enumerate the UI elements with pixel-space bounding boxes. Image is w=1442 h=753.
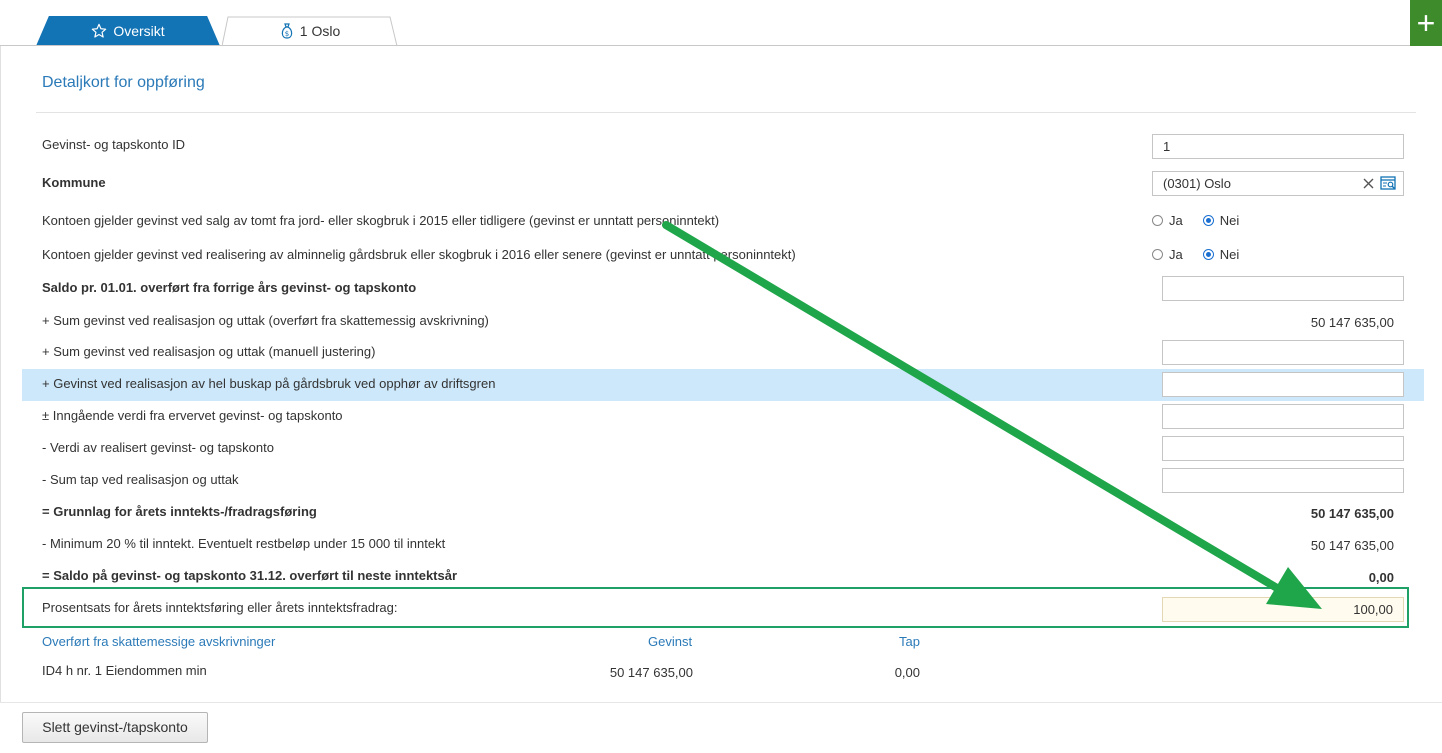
sum-tap-input[interactable] bbox=[1162, 468, 1404, 493]
q2-label: Kontoen gjelder gevinst ved realisering … bbox=[42, 247, 796, 262]
kommune-value: (0301) Oslo bbox=[1163, 176, 1231, 191]
subtable-row-tap: 0,00 bbox=[894, 665, 920, 680]
q2-option-ja: Ja bbox=[1169, 247, 1183, 262]
title-divider bbox=[36, 112, 1416, 113]
verdi-realisert-label: - Verdi av realisert gevinst- og tapskon… bbox=[42, 440, 274, 455]
sum-gevinst-manuell-input[interactable] bbox=[1162, 340, 1404, 365]
subtable-row-name: ID4 h nr. 1 Eiendommen min bbox=[42, 663, 207, 678]
subtable-header-tap: Tap bbox=[899, 634, 920, 649]
sum-gevinst-overfort-value: 50 147 635,00 bbox=[1310, 315, 1394, 330]
q2-radio-group: Ja Nei bbox=[1152, 247, 1259, 262]
account-id-input[interactable]: 1 bbox=[1152, 134, 1404, 159]
q1-radio-group: Ja Nei bbox=[1152, 213, 1259, 228]
tab-bar: Oversikt $ 1 Oslo + bbox=[0, 0, 1442, 47]
plus-icon: + bbox=[1416, 5, 1436, 41]
prosentsats-input[interactable]: 100,00 bbox=[1162, 597, 1404, 622]
page-title: Detaljkort for oppføring bbox=[42, 74, 205, 91]
subtable-row-gevinst: 50 147 635,00 bbox=[609, 665, 693, 680]
svg-text:$: $ bbox=[285, 30, 289, 38]
footer-bar bbox=[0, 702, 1442, 753]
minimum-value: 50 147 635,00 bbox=[1310, 538, 1394, 553]
q1-label: Kontoen gjelder gevinst ved salg av tomt… bbox=[42, 213, 720, 228]
q1-option-ja: Ja bbox=[1169, 213, 1183, 228]
star-icon bbox=[92, 23, 107, 38]
tab-label: 1 Oslo bbox=[299, 23, 341, 39]
q2-radio-nei[interactable] bbox=[1202, 249, 1214, 260]
tab-label: Oversikt bbox=[113, 23, 165, 39]
saldo-end-label: = Saldo på gevinst- og tapskonto 31.12. … bbox=[42, 568, 458, 583]
delete-account-button[interactable]: Slett gevinst-/tapskonto bbox=[22, 712, 208, 743]
tab-oversikt[interactable]: Oversikt bbox=[36, 16, 220, 46]
q1-radio-nei[interactable] bbox=[1202, 215, 1214, 226]
buskap-input[interactable] bbox=[1162, 372, 1404, 397]
q1-radio-ja[interactable] bbox=[1152, 215, 1163, 226]
kommune-label: Kommune bbox=[42, 175, 106, 190]
subtable-header-name: Overført fra skattemessige avskrivninger bbox=[42, 634, 276, 649]
grunnlag-label: = Grunnlag for årets inntekts-/fradragsf… bbox=[42, 504, 317, 519]
inngaende-input[interactable] bbox=[1162, 404, 1404, 429]
inngaende-label: ± Inngående verdi fra ervervet gevinst- … bbox=[42, 408, 343, 423]
verdi-realisert-input[interactable] bbox=[1162, 436, 1404, 461]
tab-1-oslo[interactable]: $ 1 Oslo bbox=[222, 16, 398, 47]
sum-gevinst-overfort-label: + Sum gevinst ved realisasjon og uttak (… bbox=[42, 313, 489, 328]
subtable-header-gevinst: Gevinst bbox=[648, 634, 693, 649]
q1-option-nei: Nei bbox=[1219, 213, 1240, 228]
minimum-label: - Minimum 20 % til inntekt. Eventuelt re… bbox=[42, 536, 446, 551]
saldo-end-value: 0,00 bbox=[1368, 570, 1394, 585]
saldo-start-label: Saldo pr. 01.01. overført fra forrige år… bbox=[42, 280, 417, 295]
q2-radio-ja[interactable] bbox=[1152, 249, 1163, 260]
account-id-label: Gevinst- og tapskonto ID bbox=[42, 137, 186, 152]
money-bag-icon: $ bbox=[281, 23, 292, 39]
saldo-start-input[interactable] bbox=[1162, 276, 1404, 301]
lookup-icon[interactable] bbox=[1380, 176, 1397, 191]
clear-icon[interactable] bbox=[1363, 178, 1374, 189]
sum-gevinst-manuell-label: + Sum gevinst ved realisasjon og uttak (… bbox=[42, 344, 376, 359]
q2-option-nei: Nei bbox=[1219, 247, 1240, 262]
add-button[interactable]: + bbox=[1410, 0, 1442, 46]
sum-tap-label: - Sum tap ved realisasjon og uttak bbox=[42, 472, 239, 487]
prosentsats-label: Prosentsats for årets inntektsføring ell… bbox=[42, 600, 398, 615]
buskap-label: + Gevinst ved realisasjon av hel buskap … bbox=[42, 376, 496, 391]
grunnlag-value: 50 147 635,00 bbox=[1310, 506, 1394, 521]
